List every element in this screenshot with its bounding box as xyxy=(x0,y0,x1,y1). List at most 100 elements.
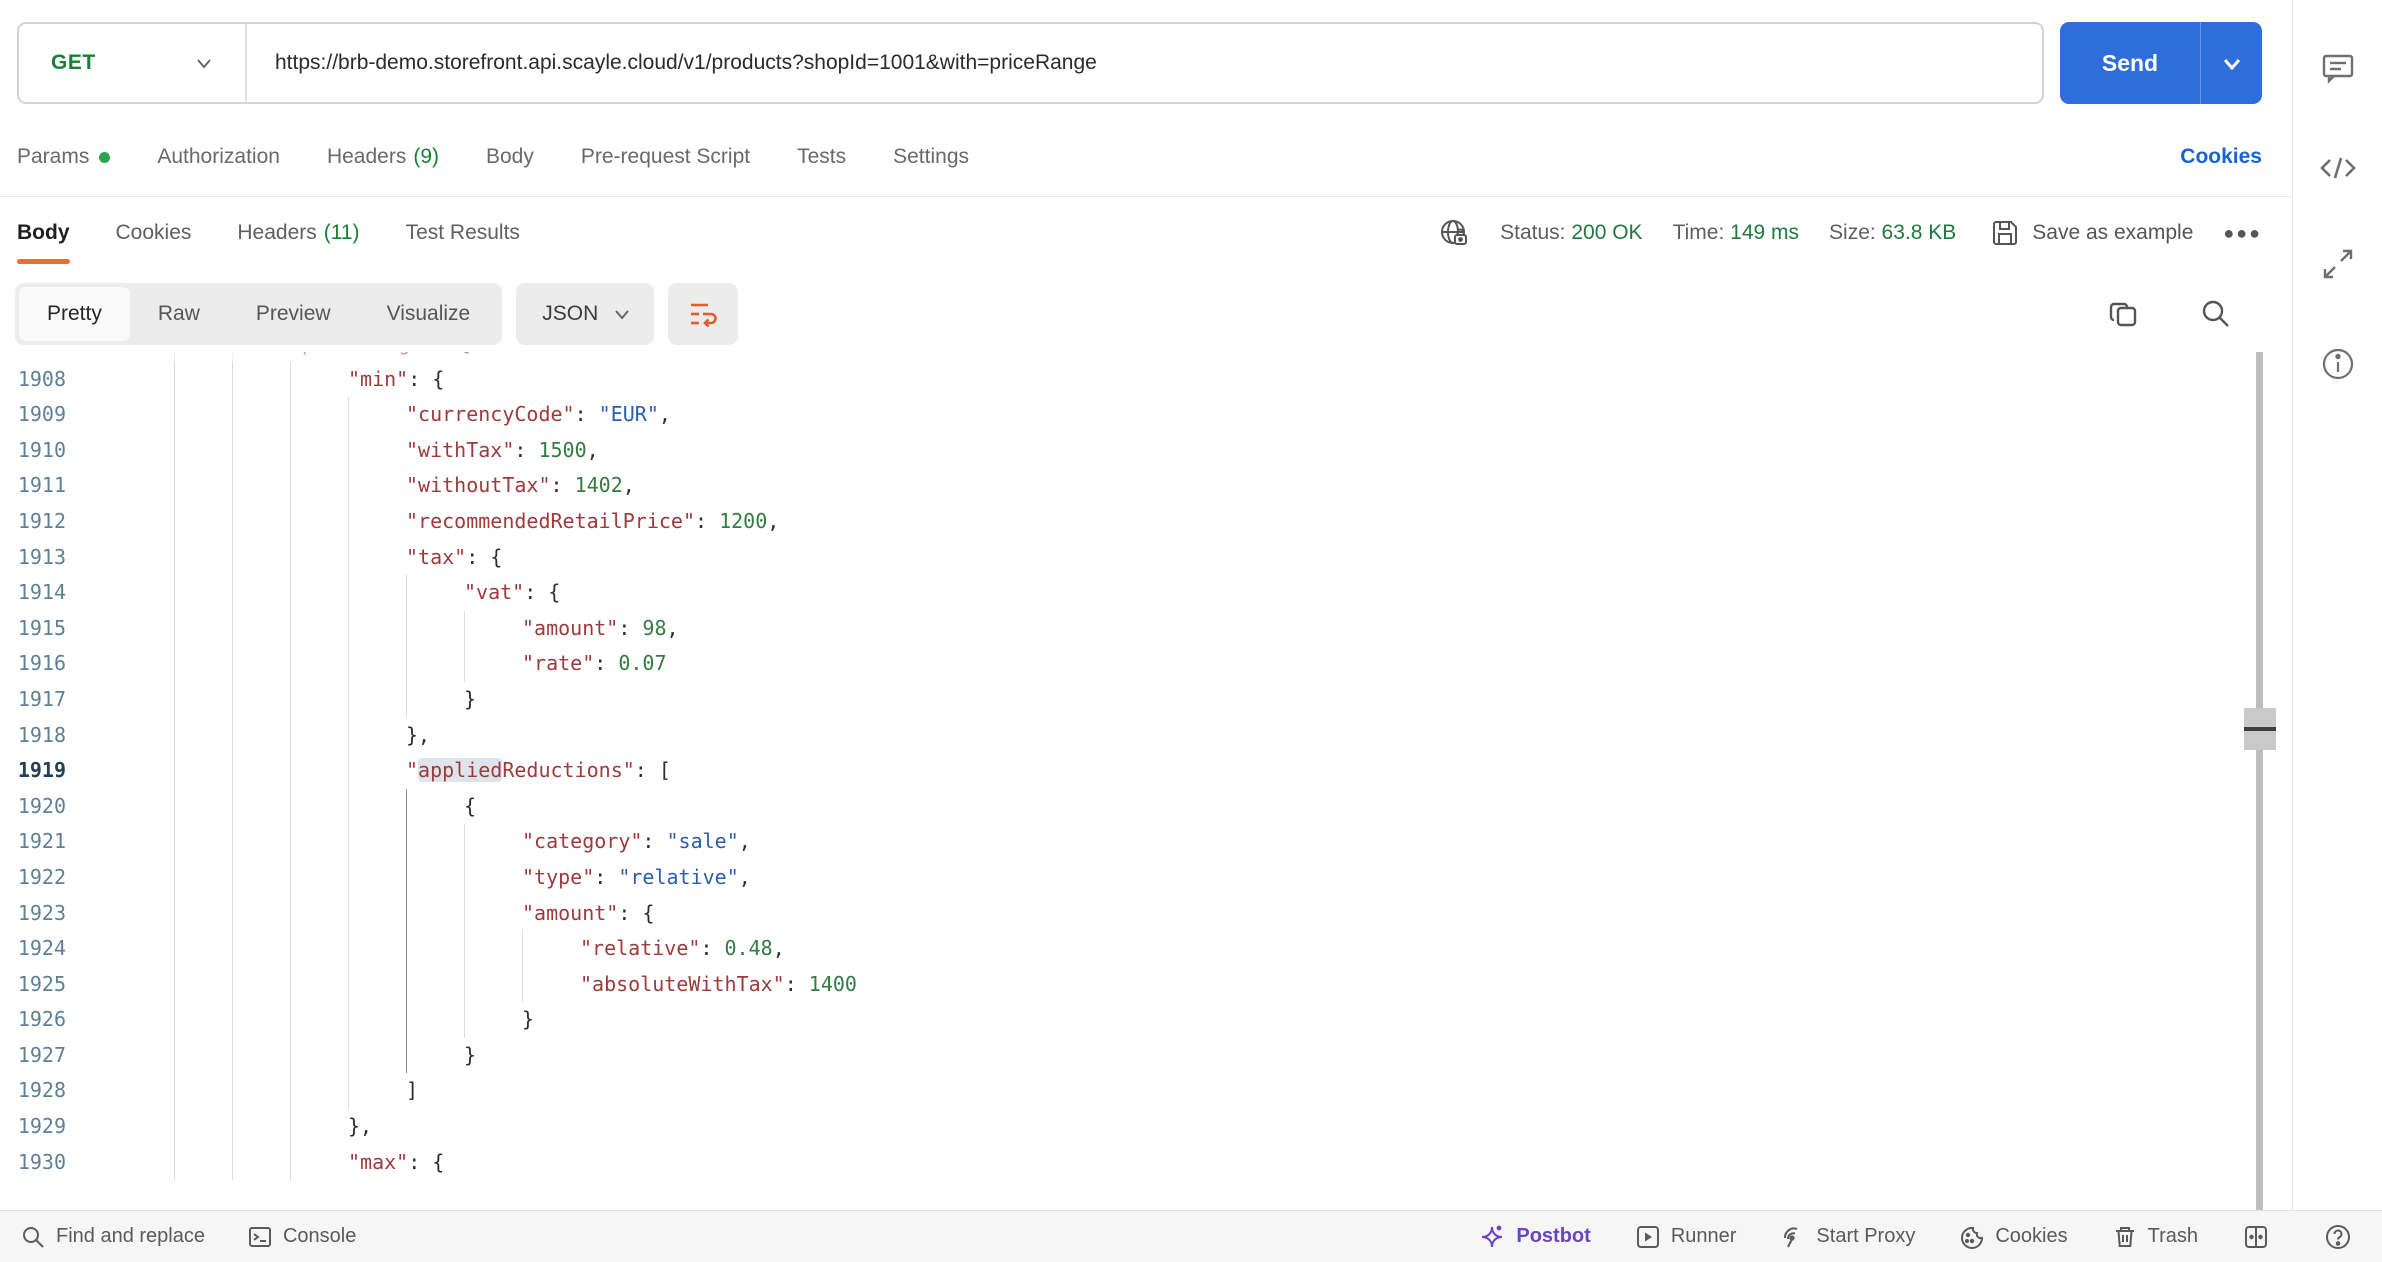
indent-guide xyxy=(464,611,522,647)
view-mode-switch: PrettyRawPreviewVisualize xyxy=(15,283,502,345)
view-mode-pretty[interactable]: Pretty xyxy=(19,287,130,341)
status-bar-left: Find and replace Console xyxy=(20,1224,398,1250)
copy-button[interactable] xyxy=(2100,290,2148,338)
gutter-gap xyxy=(66,931,174,967)
send-options-button[interactable] xyxy=(2200,22,2262,104)
cookies-link[interactable]: Cookies xyxy=(2180,145,2262,169)
info-button[interactable] xyxy=(2316,342,2360,386)
request-tab-params[interactable]: Params xyxy=(17,145,110,169)
code-icon xyxy=(2318,148,2358,188)
gutter-gap xyxy=(66,468,174,504)
gutter-gap xyxy=(66,611,174,647)
response-meta: Status: 200 OK Time: 149 ms Size: 63.8 K… xyxy=(1438,217,2262,249)
trash-button[interactable]: Trash xyxy=(2112,1224,2198,1250)
find-and-replace-button[interactable]: Find and replace xyxy=(20,1224,205,1250)
view-mode-preview[interactable]: Preview xyxy=(228,287,359,341)
code-text: } xyxy=(464,682,476,718)
network-globe-lock-icon[interactable] xyxy=(1438,217,1470,249)
code-line-1922: 1922"type": "relative", xyxy=(0,860,2292,896)
tab-label: Headers xyxy=(327,145,406,169)
indent-guide xyxy=(290,1073,348,1109)
indent-guide xyxy=(232,753,290,789)
indent-guide xyxy=(348,504,406,540)
view-mode-raw[interactable]: Raw xyxy=(130,287,228,341)
code-line-1921: 1921"category": "sale", xyxy=(0,824,2292,860)
indent-guide xyxy=(290,718,348,754)
indent-guide xyxy=(348,540,406,576)
indent-guide xyxy=(348,967,406,1003)
indent-guide xyxy=(232,967,290,1003)
scrollbar-track[interactable] xyxy=(2256,352,2263,1210)
line-number: 1923 xyxy=(0,896,66,932)
view-mode-visualize[interactable]: Visualize xyxy=(359,287,499,341)
line-number: 1915 xyxy=(0,611,66,647)
send-button[interactable]: Send xyxy=(2060,22,2200,104)
response-tab-body[interactable]: Body xyxy=(17,200,70,266)
start-proxy-button[interactable]: Start Proxy xyxy=(1780,1224,1915,1250)
code-text: "priceRange": { xyxy=(290,352,471,362)
format-dropdown[interactable]: JSON xyxy=(516,283,654,345)
tab-count-badge: (11) xyxy=(324,221,360,245)
indent-guide xyxy=(406,646,464,682)
method-selector[interactable]: GET xyxy=(19,24,247,102)
indent-guide xyxy=(290,1038,348,1074)
response-tab-test-results[interactable]: Test Results xyxy=(406,200,520,266)
url-input[interactable] xyxy=(247,51,2042,75)
indent-guide xyxy=(290,1109,348,1145)
code-line-1913: 1913"tax": { xyxy=(0,540,2292,576)
collapse-panel-button[interactable] xyxy=(2316,242,2360,286)
request-tab-pre-request-script[interactable]: Pre-request Script xyxy=(581,145,750,169)
indent-guide xyxy=(464,931,522,967)
indent-guide xyxy=(464,1002,522,1038)
scrollbar-thumb[interactable] xyxy=(2244,708,2276,750)
save-as-example-button[interactable]: Save as example xyxy=(1990,218,2193,248)
panel-layout-button[interactable] xyxy=(2242,1223,2280,1251)
tab-label: Authorization xyxy=(157,145,280,169)
indent-guide xyxy=(406,682,464,718)
indent-guide xyxy=(290,575,348,611)
tab-label: Headers xyxy=(237,221,316,245)
request-tab-body[interactable]: Body xyxy=(486,145,534,169)
request-tab-headers[interactable]: Headers(9) xyxy=(327,145,439,169)
request-tab-tests[interactable]: Tests xyxy=(797,145,846,169)
search-button[interactable] xyxy=(2192,290,2240,338)
comment-icon xyxy=(2319,49,2357,87)
code-text: "min": { xyxy=(348,362,444,398)
comments-button[interactable] xyxy=(2316,46,2360,90)
line-number: 1928 xyxy=(0,1073,66,1109)
indent-guide xyxy=(348,789,406,825)
indent-guide xyxy=(290,397,348,433)
code-line-1915: 1915"amount": 98, xyxy=(0,611,2292,647)
postbot-button[interactable]: Postbot xyxy=(1478,1223,1590,1251)
tab-label: Params xyxy=(17,145,89,169)
gutter-gap xyxy=(66,860,174,896)
indent-guide xyxy=(348,611,406,647)
help-button[interactable] xyxy=(2324,1223,2362,1251)
indent-guide xyxy=(290,611,348,647)
response-tab-headers[interactable]: Headers (11) xyxy=(237,200,359,266)
request-tab-settings[interactable]: Settings xyxy=(893,145,969,169)
status-bar-right: Postbot Runner Start Proxy Cookies Trash xyxy=(1434,1223,2362,1251)
indent-guide xyxy=(522,967,580,1003)
gutter-gap xyxy=(66,1145,174,1181)
postbot-sparkle-icon xyxy=(1478,1223,1506,1251)
wrap-lines-icon xyxy=(686,297,720,331)
gutter-gap xyxy=(66,575,174,611)
console-button[interactable]: Console xyxy=(247,1224,356,1250)
cookies-manager-button[interactable]: Cookies xyxy=(1959,1224,2067,1250)
indent-guide xyxy=(348,931,406,967)
search-icon xyxy=(2199,297,2233,331)
code-snippet-button[interactable] xyxy=(2316,146,2360,190)
runner-button[interactable]: Runner xyxy=(1635,1224,1737,1250)
code-text: "withTax": 1500, xyxy=(406,433,599,469)
gutter-gap xyxy=(66,352,174,362)
request-tab-authorization[interactable]: Authorization xyxy=(157,145,280,169)
indent-guide xyxy=(348,682,406,718)
chevron-down-icon xyxy=(2219,50,2245,76)
line-number: 1920 xyxy=(0,789,66,825)
more-options-button[interactable]: ●●● xyxy=(2223,223,2262,244)
method-label: GET xyxy=(51,51,96,75)
response-tab-cookies[interactable]: Cookies xyxy=(116,200,192,266)
indent-guide xyxy=(174,1038,232,1074)
wrap-lines-button[interactable] xyxy=(668,283,738,345)
